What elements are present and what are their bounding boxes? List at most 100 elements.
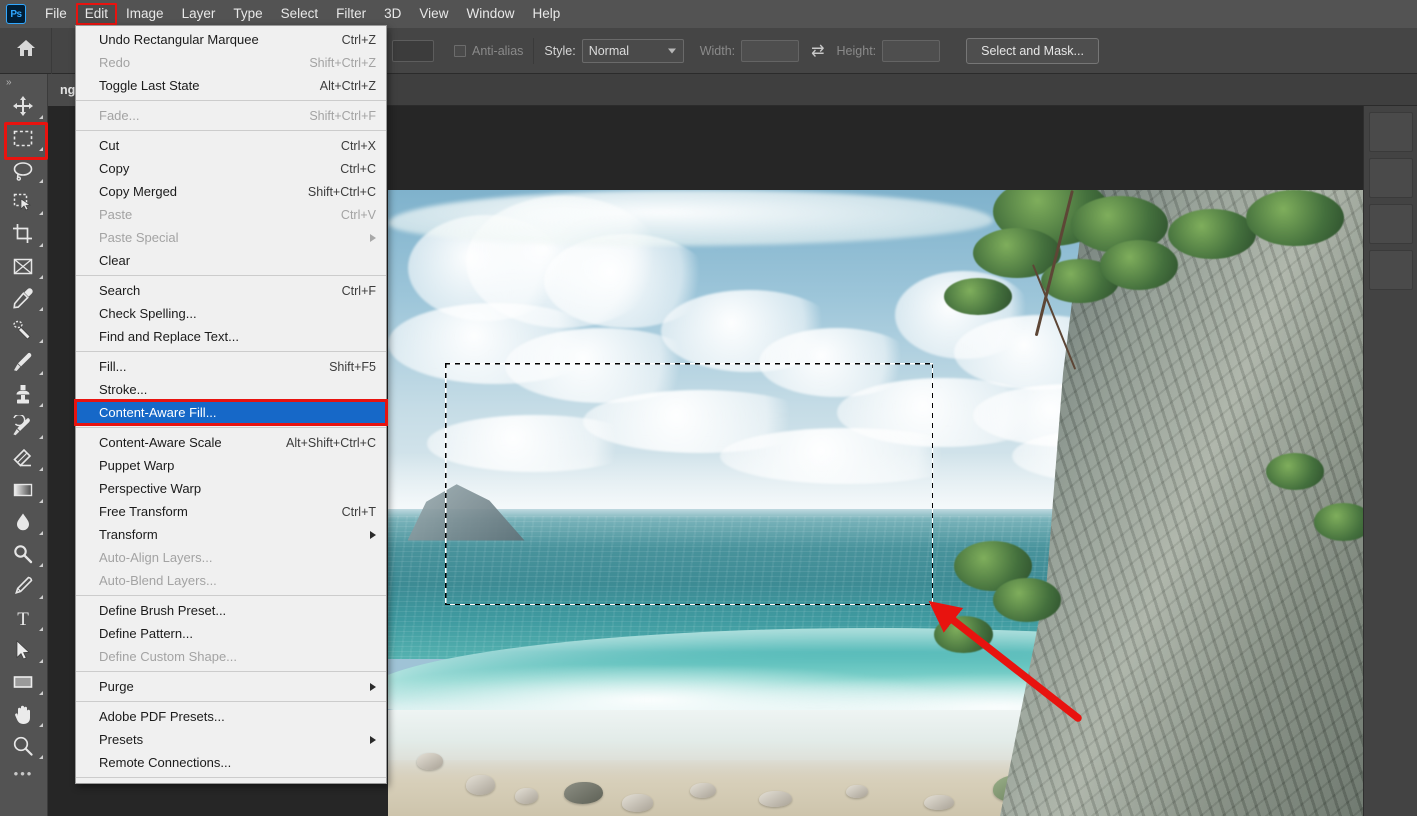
edit-menu-item-define-pattern[interactable]: Define Pattern...	[76, 622, 386, 645]
edit-menu-item-perspective-warp[interactable]: Perspective Warp	[76, 477, 386, 500]
edit-menu-item-fill[interactable]: Fill... Shift+F5	[76, 355, 386, 378]
menu-file[interactable]: File	[36, 3, 76, 25]
menu-edit[interactable]: Edit	[75, 3, 118, 25]
spot-healing-brush-tool[interactable]	[0, 314, 46, 346]
home-button[interactable]	[0, 27, 52, 74]
brush-icon	[12, 351, 34, 373]
menu-image[interactable]: Image	[117, 3, 173, 25]
ellipsis-icon[interactable]: •••	[0, 766, 47, 781]
arrow-cursor-icon	[12, 639, 34, 661]
brush-tool[interactable]	[0, 346, 46, 378]
edit-menu-dropdown[interactable]: Undo Rectangular Marquee Ctrl+Z Redo Shift+…	[74, 25, 388, 784]
move-tool[interactable]	[0, 90, 46, 122]
menu-item-shortcut: Ctrl+T	[341, 504, 376, 519]
edit-menu-item-remote-connections[interactable]: Remote Connections...	[76, 751, 386, 774]
eraser-tool[interactable]	[0, 442, 46, 474]
menu-3d[interactable]: 3D	[375, 3, 410, 25]
menu-view[interactable]: View	[410, 3, 457, 25]
edit-menu-item-content-aware-scale[interactable]: Content-Aware Scale Alt+Shift+Ctrl+C	[76, 431, 386, 454]
menu-select[interactable]: Select	[272, 3, 328, 25]
edit-menu-item-toggle-last-state[interactable]: Toggle Last State Alt+Ctrl+Z	[76, 74, 386, 97]
menu-type[interactable]: Type	[224, 3, 271, 25]
edit-menu-item-stroke[interactable]: Stroke...	[76, 378, 386, 401]
panel-button-4[interactable]	[1368, 250, 1413, 290]
menu-help[interactable]: Help	[523, 3, 569, 25]
chevron-right-icon	[370, 233, 376, 242]
rectangle-tool[interactable]	[0, 666, 46, 698]
edit-menu-item-copy-merged[interactable]: Copy Merged Shift+Ctrl+C	[76, 180, 386, 203]
svg-text:T: T	[17, 609, 29, 629]
edit-menu-item-copy[interactable]: Copy Ctrl+C	[76, 157, 386, 180]
menu-item-label: Presets	[99, 732, 144, 747]
rectangular-marquee-selection[interactable]	[445, 363, 933, 605]
edit-menu-item-undo-rectangular-marquee[interactable]: Undo Rectangular Marquee Ctrl+Z	[76, 28, 386, 51]
style-select[interactable]: Normal	[581, 38, 684, 63]
image-canvas[interactable]	[388, 190, 1363, 816]
edit-menu-item-search[interactable]: Search Ctrl+F	[76, 279, 386, 302]
menu-layer[interactable]: Layer	[173, 3, 225, 25]
edit-menu-item-paste-special: Paste Special	[76, 226, 386, 249]
history-brush-tool[interactable]	[0, 410, 46, 442]
menu-bar: Ps File Edit Image Layer Type Select Filter 3D V…	[0, 0, 1417, 28]
rectangular-marquee-tool[interactable]	[0, 122, 48, 160]
lasso-tool[interactable]	[0, 154, 46, 186]
edit-menu-item-cut[interactable]: Cut Ctrl+X	[76, 134, 386, 157]
chevron-right-icon	[370, 735, 376, 744]
eyedropper-tool[interactable]	[0, 282, 46, 314]
menu-item-shortcut: Shift+Ctrl+C	[307, 184, 376, 199]
dodge-tool[interactable]	[0, 538, 46, 570]
tool-group-corner	[39, 339, 43, 343]
right-panel-rail	[1363, 106, 1417, 816]
edit-menu-item-find-and-replace-text[interactable]: Find and Replace Text...	[76, 325, 386, 348]
tool-group-corner	[39, 595, 43, 599]
edit-menu-item-transform[interactable]: Transform	[76, 523, 386, 546]
clone-stamp-tool[interactable]	[0, 378, 46, 410]
menu-item-label: Undo Rectangular Marquee	[99, 32, 259, 47]
hand-tool[interactable]	[0, 698, 46, 730]
menu-item-label: Redo	[99, 55, 131, 70]
edit-menu-item-adobe-pdf-presets[interactable]: Adobe PDF Presets...	[76, 705, 386, 728]
swap-arrows-icon[interactable]: ⇄	[811, 41, 824, 61]
magic-wand-icon	[12, 191, 34, 213]
edit-menu-item-presets[interactable]: Presets	[76, 728, 386, 751]
menu-filter[interactable]: Filter	[327, 3, 375, 25]
select-and-mask-button[interactable]: Select and Mask...	[966, 37, 1099, 64]
zoom-tool[interactable]	[0, 730, 46, 762]
hand-icon	[12, 703, 34, 725]
type-t-icon: T	[12, 607, 34, 629]
edit-menu-item-check-spelling[interactable]: Check Spelling...	[76, 302, 386, 325]
path-selection-tool[interactable]	[0, 634, 46, 666]
menu-separator	[76, 595, 386, 596]
edit-menu-item-content-aware-fill[interactable]: Content-Aware Fill...	[74, 399, 388, 426]
edit-menu-item-free-transform[interactable]: Free Transform Ctrl+T	[76, 500, 386, 523]
photoshop-logo: Ps	[6, 4, 26, 24]
menu-item-shortcut: Ctrl+F	[341, 283, 376, 298]
type-tool[interactable]: T	[0, 602, 46, 634]
panel-button-3[interactable]	[1368, 204, 1413, 244]
panel-button-2[interactable]	[1368, 158, 1413, 198]
edit-menu-item-clear[interactable]: Clear	[76, 249, 386, 272]
width-input[interactable]	[741, 39, 800, 62]
edit-menu-item-puppet-warp[interactable]: Puppet Warp	[76, 454, 386, 477]
menu-item-label: Auto-Blend Layers...	[99, 573, 217, 588]
quick-selection-tool[interactable]	[0, 186, 46, 218]
anti-alias-label: Anti-alias	[472, 43, 524, 58]
tool-group-corner	[39, 179, 43, 183]
chevron-double-right-icon[interactable]: »	[0, 74, 47, 90]
blur-tool[interactable]	[0, 506, 46, 538]
menu-item-label: Search	[99, 283, 141, 298]
pen-tool[interactable]	[0, 570, 46, 602]
height-input[interactable]	[882, 39, 941, 62]
anti-alias-checkbox[interactable]	[454, 44, 466, 57]
healing-brush-icon	[12, 319, 34, 341]
menu-item-label: Define Custom Shape...	[99, 649, 238, 664]
crop-tool[interactable]	[0, 218, 46, 250]
edit-menu-item-purge[interactable]: Purge	[76, 675, 386, 698]
menu-window[interactable]: Window	[457, 3, 523, 25]
gradient-tool[interactable]	[0, 474, 46, 506]
selection-preview-swatch[interactable]	[392, 39, 434, 62]
panel-button-1[interactable]	[1368, 112, 1413, 152]
frame-tool[interactable]	[0, 250, 46, 282]
edit-menu-item-define-brush-preset[interactable]: Define Brush Preset...	[76, 599, 386, 622]
options-divider	[533, 37, 535, 64]
